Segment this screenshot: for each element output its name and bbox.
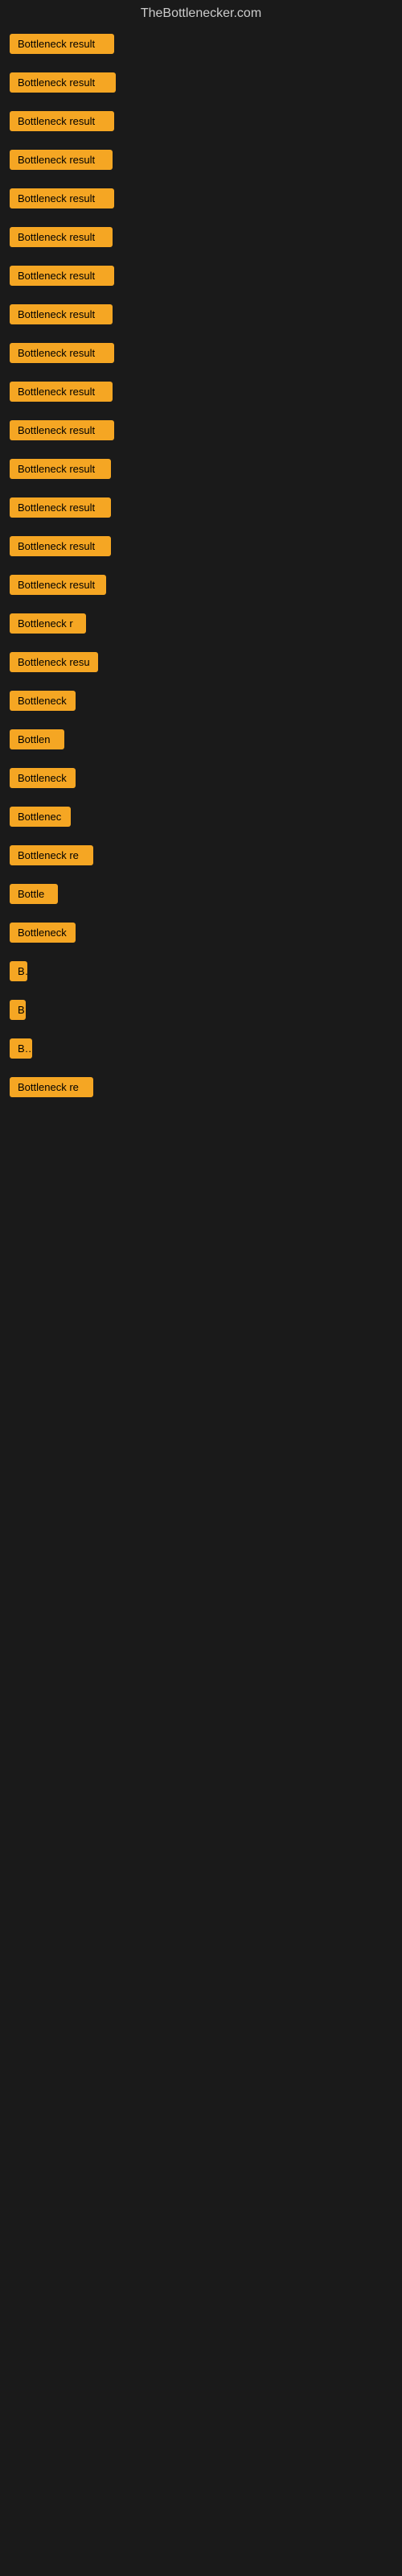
bottleneck-result-label[interactable]: Bottleneck result xyxy=(10,459,111,479)
list-item: Bottleneck result xyxy=(6,536,396,560)
list-item: Bottleneck result xyxy=(6,497,396,522)
list-item: Bottleneck xyxy=(6,768,396,792)
list-item: Bottlen xyxy=(6,729,396,753)
list-item: Bottleneck result xyxy=(6,111,396,135)
bottleneck-result-label[interactable]: Bottleneck r xyxy=(10,613,86,634)
list-item: Bottlenec xyxy=(6,807,396,831)
list-item: Bottleneck result xyxy=(6,72,396,97)
bottleneck-result-label[interactable]: Bottleneck result xyxy=(10,266,114,286)
list-item: Bottleneck result xyxy=(6,575,396,599)
bottleneck-result-label[interactable]: Bottleneck result xyxy=(10,188,114,208)
list-item: Bottleneck xyxy=(6,691,396,715)
bottleneck-result-label[interactable]: Bottleneck result xyxy=(10,382,113,402)
list-item: Bottleneck result xyxy=(6,227,396,251)
list-item: B xyxy=(6,961,396,985)
list-item: Bottleneck result xyxy=(6,382,396,406)
bottleneck-result-label[interactable]: Bottleneck result xyxy=(10,227,113,247)
items-container: Bottleneck result Bottleneck result Bottle… xyxy=(0,31,402,1119)
bottleneck-result-label[interactable]: Bottleneck re xyxy=(10,1077,93,1097)
list-item: Bottleneck r xyxy=(6,613,396,638)
list-item: Bottleneck result xyxy=(6,459,396,483)
bottleneck-result-label[interactable]: Bottleneck result xyxy=(10,72,116,93)
bottleneck-result-label[interactable]: Bo xyxy=(10,1038,32,1059)
list-item: Bottleneck result xyxy=(6,150,396,174)
bottleneck-result-label[interactable]: Bottleneck result xyxy=(10,150,113,170)
list-item: Bottleneck result xyxy=(6,266,396,290)
list-item: Bottleneck result xyxy=(6,34,396,58)
list-item: B xyxy=(6,1000,396,1024)
list-item: Bottleneck resu xyxy=(6,652,396,676)
list-item: Bo xyxy=(6,1038,396,1063)
bottleneck-result-label[interactable]: Bottleneck result xyxy=(10,420,114,440)
bottleneck-result-label[interactable]: B xyxy=(10,961,27,981)
bottleneck-result-label[interactable]: Bottleneck result xyxy=(10,497,111,518)
site-title-container: TheBottlenecker.com xyxy=(0,0,402,31)
list-item: Bottleneck re xyxy=(6,1077,396,1101)
bottleneck-result-label[interactable]: Bottleneck result xyxy=(10,111,114,131)
bottleneck-result-label[interactable]: Bottleneck result xyxy=(10,575,106,595)
bottleneck-result-label[interactable]: Bottle xyxy=(10,884,58,904)
site-title: TheBottlenecker.com xyxy=(0,0,402,31)
bottleneck-result-label[interactable]: Bottleneck xyxy=(10,768,76,788)
bottleneck-result-label[interactable]: Bottleneck result xyxy=(10,536,111,556)
bottleneck-result-label[interactable]: Bottleneck xyxy=(10,691,76,711)
list-item: Bottleneck xyxy=(6,923,396,947)
list-item: Bottleneck result xyxy=(6,420,396,444)
bottleneck-result-label[interactable]: B xyxy=(10,1000,26,1020)
list-item: Bottleneck result xyxy=(6,188,396,213)
bottleneck-result-label[interactable]: Bottlen xyxy=(10,729,64,749)
bottleneck-result-label[interactable]: Bottleneck result xyxy=(10,343,114,363)
list-item: Bottle xyxy=(6,884,396,908)
bottleneck-result-label[interactable]: Bottleneck xyxy=(10,923,76,943)
list-item: Bottleneck re xyxy=(6,845,396,869)
bottleneck-result-label[interactable]: Bottleneck re xyxy=(10,845,93,865)
list-item: Bottleneck result xyxy=(6,343,396,367)
bottleneck-result-label[interactable]: Bottlenec xyxy=(10,807,71,827)
bottleneck-result-label[interactable]: Bottleneck resu xyxy=(10,652,98,672)
bottleneck-result-label[interactable]: Bottleneck result xyxy=(10,34,114,54)
list-item: Bottleneck result xyxy=(6,304,396,328)
bottleneck-result-label[interactable]: Bottleneck result xyxy=(10,304,113,324)
